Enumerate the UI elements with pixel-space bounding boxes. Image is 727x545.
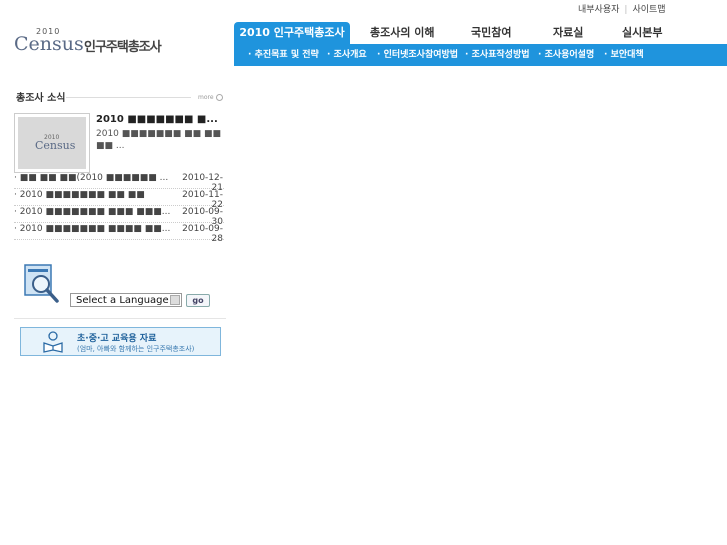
- subnav-overview[interactable]: · 조사개요: [327, 44, 367, 66]
- news-list-item[interactable]: · 2010 ■■■■■■■ ■■ ■■ 2010-11-22: [14, 189, 224, 210]
- news-list-item[interactable]: · ■■ ■■ ■■(2010 ■■■■■■ ... 2010-12-21: [14, 172, 224, 193]
- internal-user-link[interactable]: 내부사용자: [578, 5, 619, 15]
- banner-title: 초·중·고 교육용 자료: [77, 334, 157, 344]
- news-list-item[interactable]: · 2010 ■■■■■■■ ■■■■ ■■... 2010-09-28: [14, 223, 224, 244]
- subnav-form-guide[interactable]: · 조사표작성방법: [465, 44, 530, 66]
- nav-item-headquarters[interactable]: 실시본부: [622, 22, 662, 44]
- logo-name: 인구주택총조사: [84, 40, 162, 55]
- util-separator: |: [624, 5, 628, 15]
- news-item-title: · 2010 ■■■■■■■ ■■ ■■: [14, 190, 145, 200]
- subnav-security[interactable]: · 보안대책: [604, 44, 644, 66]
- logo-brand: Census: [14, 33, 84, 55]
- thumbnail-brand: Census: [35, 139, 76, 152]
- banner-subtitle: (엄마, 아빠와 함께하는 인구주택총조사): [77, 345, 195, 353]
- language-search-icon: [24, 264, 59, 303]
- subnav-internet[interactable]: · 인터넷조사참여방법: [377, 44, 458, 66]
- nav-item-2010-census[interactable]: 2010 인구주택총조사: [234, 22, 350, 44]
- news-item-date: 2010-09-28: [182, 224, 223, 244]
- thumbnail-image: 2010 Census: [18, 117, 86, 169]
- education-materials-banner[interactable]: 초·중·고 교육용 자료 (엄마, 아빠와 함께하는 인구주택총조사): [20, 327, 221, 356]
- language-select-value: Select a Language: [76, 295, 169, 306]
- nav-item-participation[interactable]: 국민참여: [471, 22, 511, 44]
- nav-item-understanding[interactable]: 총조사의 이해: [370, 22, 435, 44]
- language-select[interactable]: Select a Language: [70, 293, 182, 307]
- more-link[interactable]: more: [198, 94, 223, 101]
- news-thumbnail[interactable]: 2010 Census: [14, 113, 90, 173]
- subnav-goals[interactable]: · 추진목표 및 전략: [248, 44, 319, 66]
- sitemap-link[interactable]: 사이트맵: [632, 5, 665, 15]
- news-section-title: 총조사 소식: [16, 93, 66, 104]
- book-reader-icon: [43, 331, 63, 353]
- chevron-down-icon: [170, 295, 180, 305]
- more-icon: [215, 94, 223, 101]
- featured-news-title[interactable]: 2010 ■■■■■■■ ■...: [96, 114, 218, 125]
- census-logo[interactable]: 2010 Census 인구주택총조사: [14, 27, 174, 57]
- news-item-title: · 2010 ■■■■■■■ ■■■■ ■■...: [14, 224, 171, 234]
- news-list-item[interactable]: · 2010 ■■■■■■■ ■■■ ■■■... 2010-09-30: [14, 206, 224, 227]
- subnav-terms[interactable]: · 조사용어설명: [538, 44, 594, 66]
- news-item-title: · 2010 ■■■■■■■ ■■■ ■■■...: [14, 207, 171, 217]
- news-item-title: · ■■ ■■ ■■(2010 ■■■■■■ ...: [14, 173, 169, 183]
- nav-item-resources[interactable]: 자료실: [553, 22, 583, 44]
- go-button[interactable]: go: [186, 294, 210, 307]
- news-title-divider: [66, 97, 191, 98]
- utility-links: 내부사용자 | 사이트맵: [578, 2, 666, 15]
- featured-news-summary: 2010 ■■■■■■■ ■■ ■■ ■■ ...: [96, 129, 222, 151]
- section-divider: [14, 318, 226, 319]
